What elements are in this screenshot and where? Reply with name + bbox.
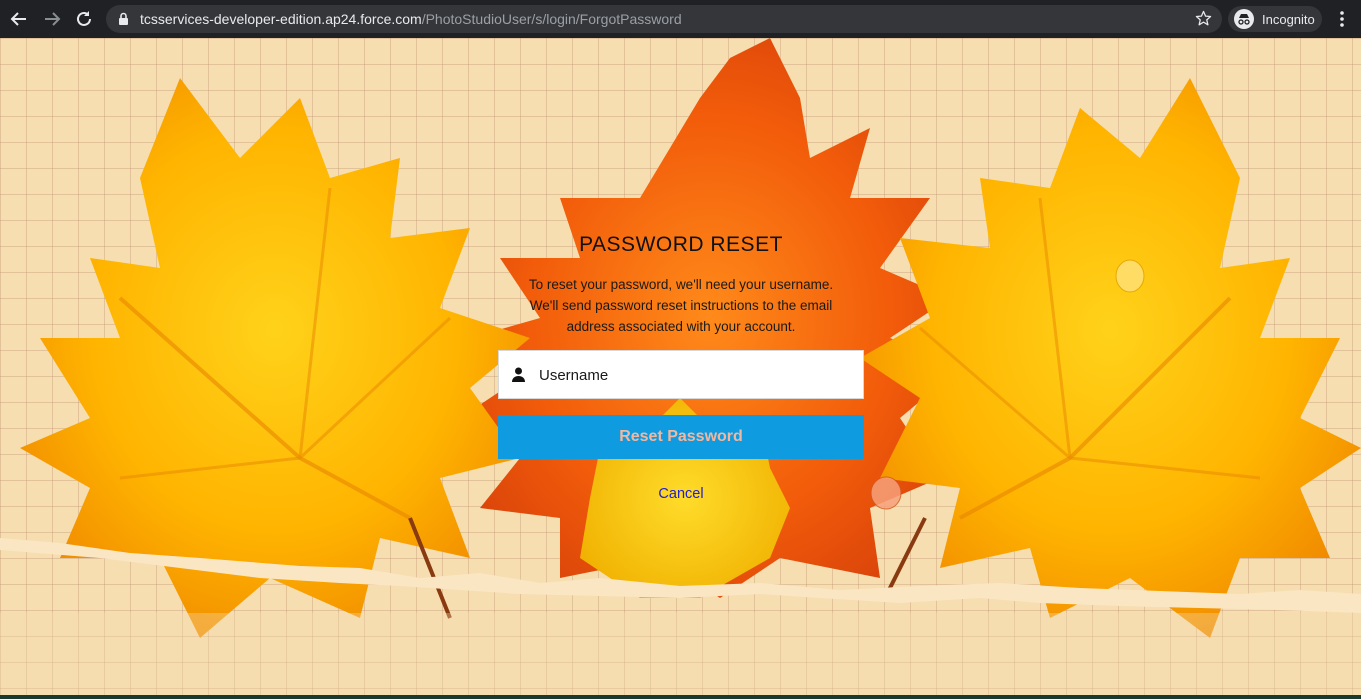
reset-description: To reset your password, we'll need your … <box>498 274 864 337</box>
page-title: PASSWORD RESET <box>579 233 783 256</box>
right-yellow-leaf <box>860 78 1361 638</box>
star-icon[interactable] <box>1195 10 1212 27</box>
incognito-icon <box>1234 9 1254 29</box>
forward-button[interactable] <box>41 8 63 30</box>
cancel-link[interactable]: Cancel <box>658 486 703 502</box>
back-arrow-icon <box>10 12 26 26</box>
username-field[interactable] <box>498 350 864 400</box>
incognito-label: Incognito <box>1262 11 1315 27</box>
description-line: We'll send password reset instructions t… <box>529 298 833 313</box>
reload-button[interactable] <box>73 8 95 30</box>
reload-icon <box>77 11 91 26</box>
page-background: PASSWORD RESET To reset your password, w… <box>0 38 1361 695</box>
menu-button[interactable] <box>1334 9 1350 34</box>
url-text: tcsservices-developer-edition.ap24.force… <box>140 11 682 27</box>
browser-toolbar: tcsservices-developer-edition.ap24.force… <box>0 0 1361 38</box>
water-drop <box>870 476 902 510</box>
lock-icon <box>119 12 128 25</box>
description-line: To reset your password, we'll need your … <box>528 277 834 292</box>
water-drop <box>1115 259 1145 293</box>
username-input[interactable] <box>537 351 851 400</box>
url-domain: tcsservices-developer-edition.ap24.force… <box>140 11 422 27</box>
forward-arrow-icon <box>45 12 61 26</box>
incognito-indicator[interactable]: Incognito <box>1228 6 1322 32</box>
bottom-strip <box>0 695 1361 699</box>
url-path: /PhotoStudioUser/s/login/ForgotPassword <box>421 11 682 27</box>
reset-password-button[interactable]: Reset Password <box>498 415 864 459</box>
address-bar[interactable]: tcsservices-developer-edition.ap24.force… <box>106 5 1222 33</box>
menu-icon <box>1340 11 1344 27</box>
back-button[interactable] <box>8 8 30 30</box>
description-line: address associated with your account. <box>566 319 796 334</box>
user-icon <box>512 367 525 382</box>
password-reset-form: PASSWORD RESET To reset your password, w… <box>498 233 864 503</box>
